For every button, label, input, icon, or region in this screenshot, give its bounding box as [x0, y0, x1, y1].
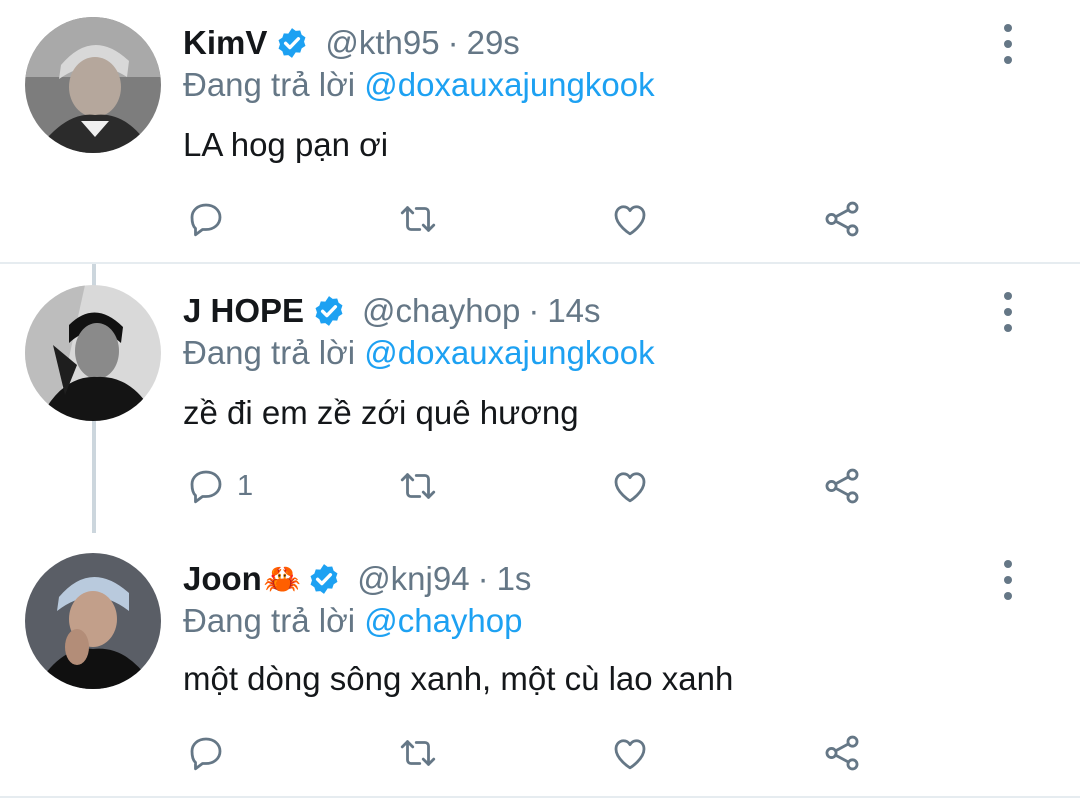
more-options-icon[interactable] [995, 560, 1021, 600]
separator-dot: · [528, 292, 540, 329]
verified-badge-icon [278, 28, 306, 58]
retweet-icon [400, 206, 436, 232]
like-icon [614, 472, 646, 503]
timestamp[interactable]: 14s [547, 292, 600, 330]
timestamp[interactable]: 1s [497, 560, 532, 598]
tweet-text: LA hog pạn ơi [183, 126, 389, 163]
share-icon [825, 735, 859, 771]
user-handle[interactable]: @kth95 [325, 24, 439, 62]
separator-dot: · [477, 560, 489, 597]
replying-to: Đang trả lời @chayhop [183, 602, 522, 640]
reply-button[interactable]: 1 [185, 463, 253, 509]
tweet-text: zề đi em zề zới quê hương [183, 394, 579, 431]
more-options-icon[interactable] [995, 24, 1021, 64]
retweet-button[interactable] [397, 196, 439, 242]
reply-icon [190, 203, 222, 237]
avatar-kimv [25, 17, 161, 153]
display-name[interactable]: J HOPE [183, 292, 304, 330]
replying-to-label: Đang trả lời [183, 334, 356, 371]
tweet-text: một dòng sông xanh, một cù lao xanh [183, 660, 734, 697]
display-name[interactable]: Joon [183, 560, 262, 598]
reply-count: 1 [237, 469, 254, 502]
share-icon [825, 201, 859, 237]
avatar[interactable] [25, 285, 161, 421]
like-icon [614, 739, 646, 770]
tweet[interactable]: Joon 🦀 @knj94 · 1s Đang trả lời @chayhop… [0, 534, 1080, 798]
tweet-actions: 1 [185, 463, 885, 509]
display-name[interactable]: KimV [183, 24, 267, 62]
like-button[interactable] [609, 463, 651, 509]
reply-button[interactable] [185, 196, 237, 242]
tweet[interactable]: KimV @kth95 · 29s Đang trả lời @doxauxaj… [0, 0, 1080, 262]
separator-dot: · [447, 24, 459, 61]
tweet-actions [185, 196, 885, 242]
avatar[interactable] [25, 553, 161, 689]
replying-to-label: Đang trả lời [183, 602, 356, 639]
like-icon [614, 205, 646, 236]
retweet-icon [400, 740, 436, 766]
reply-icon [190, 470, 222, 504]
like-button[interactable] [609, 196, 651, 242]
reply-mention-link[interactable]: @doxauxajungkook [364, 334, 654, 371]
share-button[interactable] [821, 730, 863, 776]
name-emoji: 🦀 [263, 562, 302, 596]
reply-icon [190, 737, 222, 771]
like-button[interactable] [609, 730, 651, 776]
retweet-button[interactable] [397, 730, 439, 776]
share-button[interactable] [821, 196, 863, 242]
reply-mention-link[interactable]: @doxauxajungkook [364, 66, 654, 103]
tweet[interactable]: J HOPE @chayhop · 14s Đang trả lời @doxa… [0, 264, 1080, 534]
replying-to: Đang trả lời @doxauxajungkook [183, 334, 655, 372]
share-icon [825, 468, 859, 504]
avatar-joon [25, 553, 161, 689]
retweet-icon [400, 473, 436, 499]
share-button[interactable] [821, 463, 863, 509]
retweet-button[interactable] [397, 463, 439, 509]
tweet-actions [185, 730, 885, 776]
verified-badge-icon [310, 564, 338, 594]
verified-badge-icon [315, 296, 343, 326]
avatar-jhope [25, 285, 161, 421]
reply-button[interactable] [185, 730, 237, 776]
timestamp[interactable]: 29s [467, 24, 520, 62]
avatar[interactable] [25, 17, 161, 153]
reply-mention-link[interactable]: @chayhop [364, 602, 522, 639]
replying-to: Đang trả lời @doxauxajungkook [183, 66, 655, 104]
replying-to-label: Đang trả lời [183, 66, 356, 103]
user-handle[interactable]: @chayhop [362, 292, 520, 330]
user-handle[interactable]: @knj94 [357, 560, 469, 598]
more-options-icon[interactable] [995, 292, 1021, 332]
